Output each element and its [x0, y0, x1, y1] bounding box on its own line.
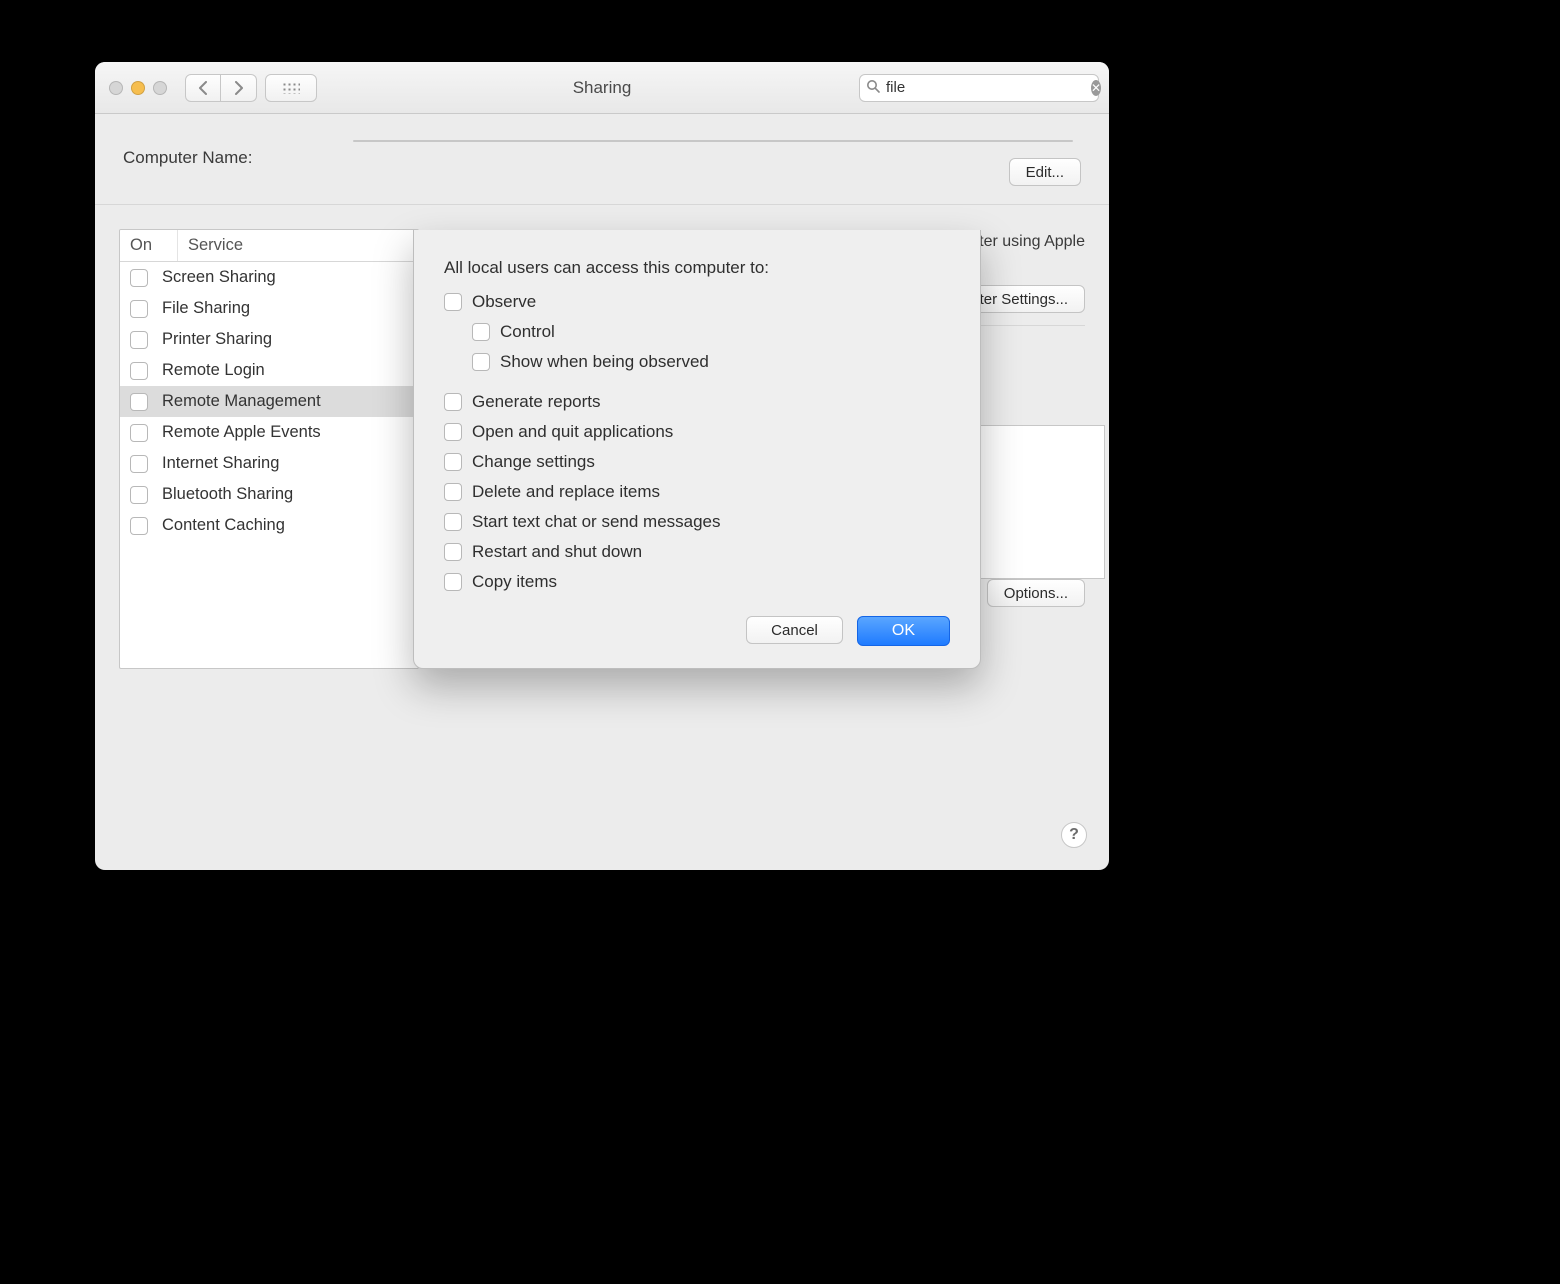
permission-checkbox[interactable] — [444, 393, 462, 411]
service-label: Remote Management — [162, 392, 321, 411]
help-button[interactable]: ? — [1061, 822, 1087, 848]
service-label: Remote Apple Events — [162, 423, 321, 442]
permission-checkbox[interactable] — [444, 573, 462, 591]
service-checkbox[interactable] — [130, 517, 148, 535]
permission-label: Change settings — [472, 452, 595, 472]
computer-name-field[interactable] — [353, 140, 1073, 142]
service-checkbox[interactable] — [130, 362, 148, 380]
permission-option[interactable]: Control — [472, 322, 950, 342]
back-button[interactable] — [185, 74, 221, 102]
computer-name-label: Computer Name: — [123, 148, 252, 168]
permission-checkbox[interactable] — [444, 293, 462, 311]
service-label: Screen Sharing — [162, 268, 276, 287]
permission-label: Copy items — [472, 572, 557, 592]
col-service: Service — [178, 230, 253, 261]
close-window-button[interactable] — [109, 81, 123, 95]
permission-checkbox[interactable] — [472, 323, 490, 341]
permission-option[interactable]: Delete and replace items — [444, 482, 950, 502]
permission-label: Restart and shut down — [472, 542, 642, 562]
permission-label: Open and quit applications — [472, 422, 673, 442]
col-on: On — [120, 230, 178, 261]
service-row[interactable]: Remote Management — [120, 386, 418, 417]
service-checkbox[interactable] — [130, 424, 148, 442]
permission-checkbox[interactable] — [444, 453, 462, 471]
grid-icon — [282, 82, 300, 94]
permission-checkbox[interactable] — [472, 353, 490, 371]
service-checkbox[interactable] — [130, 331, 148, 349]
service-checkbox[interactable] — [130, 393, 148, 411]
permission-option[interactable]: Show when being observed — [472, 352, 950, 372]
permission-checkbox[interactable] — [444, 483, 462, 501]
search-icon — [866, 79, 880, 96]
show-all-button[interactable] — [265, 74, 317, 102]
service-label: Internet Sharing — [162, 454, 279, 473]
permission-option[interactable]: Open and quit applications — [444, 422, 950, 442]
services-table: On Service Screen Sharing File Sharing Pri… — [119, 229, 419, 669]
permission-option[interactable]: Start text chat or send messages — [444, 512, 950, 532]
permission-label: Control — [500, 322, 555, 342]
forward-button[interactable] — [221, 74, 257, 102]
service-checkbox[interactable] — [130, 455, 148, 473]
permission-label: Generate reports — [472, 392, 601, 412]
service-label: Printer Sharing — [162, 330, 272, 349]
permission-option[interactable]: Restart and shut down — [444, 542, 950, 562]
clear-search-button[interactable]: ✕ — [1091, 80, 1101, 96]
nav-back-forward — [185, 74, 257, 102]
service-label: File Sharing — [162, 299, 250, 318]
service-label: Bluetooth Sharing — [162, 485, 293, 504]
permission-option[interactable]: Copy items — [444, 572, 950, 592]
service-label: Content Caching — [162, 516, 285, 535]
service-row[interactable]: Remote Apple Events — [120, 417, 418, 448]
service-row[interactable]: Bluetooth Sharing — [120, 479, 418, 510]
service-row[interactable]: Printer Sharing — [120, 324, 418, 355]
chevron-right-icon — [234, 81, 244, 95]
help-icon: ? — [1069, 826, 1079, 844]
edit-button[interactable]: Edit... — [1009, 158, 1081, 186]
sheet-actions: Cancel OK — [444, 616, 950, 646]
computer-name-section: Computer Name: Edit... — [95, 114, 1109, 205]
sheet-title: All local users can access this computer… — [444, 258, 950, 278]
services-header: On Service — [120, 230, 418, 262]
permission-checkbox[interactable] — [444, 543, 462, 561]
permission-option[interactable]: Change settings — [444, 452, 950, 472]
zoom-window-button[interactable] — [153, 81, 167, 95]
cancel-button[interactable]: Cancel — [746, 616, 843, 644]
permission-label: Show when being observed — [500, 352, 709, 372]
permission-label: Observe — [472, 292, 536, 312]
search-input[interactable] — [886, 79, 1085, 96]
service-checkbox[interactable] — [130, 300, 148, 318]
toolbar: Sharing ✕ — [95, 62, 1109, 114]
service-checkbox[interactable] — [130, 486, 148, 504]
service-row[interactable]: Content Caching — [120, 510, 418, 541]
content: Computer Name: Edit... On Service Screen… — [95, 114, 1109, 870]
permission-label: Delete and replace items — [472, 482, 660, 502]
permission-checkbox[interactable] — [444, 513, 462, 531]
ok-button[interactable]: OK — [857, 616, 950, 646]
permission-label: Start text chat or send messages — [472, 512, 721, 532]
permission-option[interactable]: Observe — [444, 292, 950, 312]
permission-checkbox[interactable] — [444, 423, 462, 441]
service-row[interactable]: File Sharing — [120, 293, 418, 324]
permission-option[interactable]: Generate reports — [444, 392, 950, 412]
preferences-window: Sharing ✕ Computer Name: Edit... On Serv… — [95, 62, 1109, 870]
minimize-window-button[interactable] — [131, 81, 145, 95]
service-row[interactable]: Remote Login — [120, 355, 418, 386]
window-controls — [109, 81, 167, 95]
search-field[interactable]: ✕ — [859, 74, 1099, 102]
service-label: Remote Login — [162, 361, 265, 380]
options-button[interactable]: Options... — [987, 579, 1085, 607]
permissions-sheet: All local users can access this computer… — [413, 230, 981, 669]
service-row[interactable]: Internet Sharing — [120, 448, 418, 479]
chevron-left-icon — [198, 81, 208, 95]
service-row[interactable]: Screen Sharing — [120, 262, 418, 293]
service-checkbox[interactable] — [130, 269, 148, 287]
